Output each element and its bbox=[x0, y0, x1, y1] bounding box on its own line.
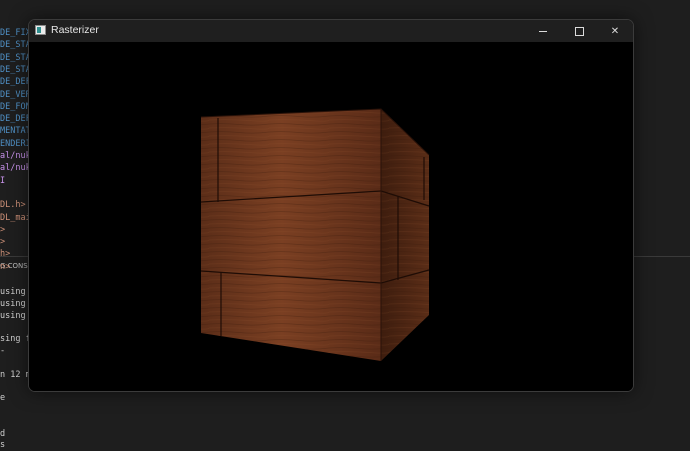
code-line: DE_STA bbox=[0, 64, 31, 75]
terminal-line: n 12 m bbox=[0, 369, 31, 380]
code-line: DE_STA bbox=[0, 40, 31, 51]
code-line: > bbox=[0, 237, 6, 248]
render-viewport[interactable] bbox=[29, 42, 633, 391]
close-button[interactable]: ✕ bbox=[597, 20, 633, 42]
close-icon: ✕ bbox=[610, 25, 620, 37]
terminal-line: using bbox=[0, 310, 26, 321]
code-line: DE_VER bbox=[0, 89, 31, 100]
maximize-icon bbox=[574, 26, 584, 36]
title-bar[interactable]: Rasterizer ✕ bbox=[29, 20, 633, 42]
code-line: MENTAT bbox=[0, 126, 31, 137]
minimize-button[interactable] bbox=[525, 20, 561, 42]
code-line: DE_DEF bbox=[0, 77, 31, 88]
code-line: > bbox=[0, 224, 6, 235]
crate-front-face bbox=[201, 109, 381, 361]
code-line: DE_DEF bbox=[0, 114, 31, 125]
terminal-line: - bbox=[0, 346, 6, 356]
terminal-line: using bbox=[0, 298, 26, 309]
code-line: DE_FON bbox=[0, 101, 31, 112]
terminal-line: s bbox=[0, 440, 6, 451]
terminal-line: d bbox=[0, 428, 6, 439]
code-line: n> bbox=[0, 261, 11, 272]
code-line: DL_mai bbox=[0, 212, 31, 223]
code-line: al/nuk bbox=[0, 163, 31, 174]
code-line: h> bbox=[0, 249, 11, 260]
code-line: I bbox=[0, 175, 6, 186]
rendered-scene bbox=[200, 108, 430, 361]
rasterizer-window[interactable]: Rasterizer ✕ bbox=[28, 19, 634, 392]
window-title: Rasterizer bbox=[51, 24, 99, 36]
code-line: ENDERI bbox=[0, 138, 31, 149]
minimize-icon bbox=[539, 30, 547, 32]
code-line: DE_STA bbox=[0, 52, 31, 63]
code-line: DL.h> bbox=[0, 200, 26, 211]
terminal-line: e bbox=[0, 393, 6, 404]
code-line: DE_FIX bbox=[0, 28, 31, 38]
terminal-line: using bbox=[0, 287, 26, 297]
maximize-button[interactable] bbox=[561, 20, 597, 42]
crate-side-face bbox=[381, 109, 429, 361]
rasterizer-app-icon bbox=[35, 25, 46, 35]
code-line: al/nuk bbox=[0, 151, 31, 161]
terminal-line: sing f bbox=[0, 334, 31, 345]
